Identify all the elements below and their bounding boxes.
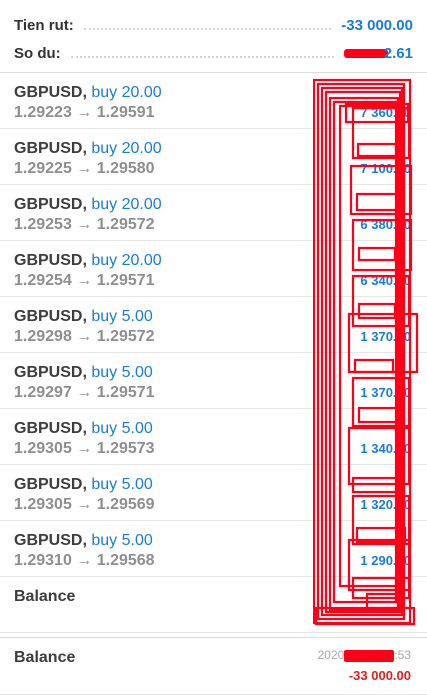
account-summary: Tien rut: -33 000.00 So du: 2.61 — [0, 0, 427, 67]
trade-title: GBPUSD, buy 5.00 — [14, 363, 413, 383]
trade-row[interactable]: GBPUSD, buy 5.00 1.29298 → 1.29572 1 370.0… — [0, 297, 427, 353]
trade-prices: 1.29310 → 1.29568 — [14, 552, 155, 569]
trade-prices: 1.29253 → 1.29572 — [14, 216, 155, 233]
balance-operation-time: 2020 :53 — [318, 648, 411, 662]
balance-summary-row: So du: 2.61 — [0, 39, 427, 67]
trade-side-volume: buy 5.00 — [91, 364, 153, 381]
dotted-leader — [83, 28, 332, 30]
trade-profit: 6 340.00 — [360, 273, 411, 288]
trade-symbol: GBPUSD, — [14, 196, 87, 213]
trade-symbol: GBPUSD, — [14, 420, 87, 437]
trade-symbol: GBPUSD, — [14, 84, 87, 101]
trade-side-volume: buy 5.00 — [91, 532, 153, 549]
trade-symbol: GBPUSD, — [14, 252, 87, 269]
dotted-leader — [70, 56, 334, 58]
trade-title: GBPUSD, buy 20.00 — [14, 83, 413, 103]
withdraw-value: -33 000.00 — [341, 16, 413, 34]
trade-prices: 1.29223 → 1.29591 — [14, 104, 155, 121]
trade-profit: 1 290.00 — [360, 553, 411, 568]
trade-prices: 1.29254 → 1.29571 — [14, 272, 155, 289]
trade-row[interactable]: GBPUSD, buy 20.00 1.29223 → 1.29591 7 360.… — [0, 73, 427, 129]
trade-side-volume: buy 20.00 — [91, 252, 162, 269]
trade-list: GBPUSD, buy 20.00 1.29223 → 1.29591 7 360.… — [0, 73, 427, 633]
trade-title: GBPUSD, buy 5.00 — [14, 419, 413, 439]
trade-title: GBPUSD, buy 20.00 — [14, 139, 413, 159]
trade-side-volume: buy 5.00 — [91, 420, 153, 437]
withdraw-label: Tien rut: — [14, 16, 74, 34]
balance-operation-amount: -33 000.00 — [348, 668, 411, 683]
trade-prices: 1.29305 → 1.29573 — [14, 440, 155, 457]
trade-side-volume: buy 20.00 — [91, 140, 162, 157]
trade-profit: 1 370.00 — [360, 385, 411, 400]
trade-row[interactable]: GBPUSD, buy 20.00 1.29253 → 1.29572 6 380.… — [0, 185, 427, 241]
trade-side-volume: buy 20.00 — [91, 196, 162, 213]
trade-profit: 6 380.00 — [360, 217, 411, 232]
trade-symbol: GBPUSD, — [14, 140, 87, 157]
redaction-mark — [343, 49, 388, 59]
balance-summary-value-suffix: 2.61 — [383, 44, 413, 62]
trade-side-volume: buy 5.00 — [91, 308, 153, 325]
redaction-mark — [344, 649, 395, 662]
trade-profit: 1 320.00 — [360, 497, 411, 512]
trade-title: GBPUSD, buy 5.00 — [14, 307, 413, 327]
trade-prices: 1.29298 → 1.29572 — [14, 328, 155, 345]
trade-symbol: GBPUSD, — [14, 364, 87, 381]
balance-operation-row[interactable]: Balance — [0, 577, 427, 633]
trade-symbol: GBPUSD, — [14, 532, 87, 549]
trade-profit: 7 100.00 — [360, 161, 411, 176]
balance-operation-row[interactable]: Balance 2020:53 -33 000.00 — [0, 637, 427, 695]
balance-operation-time-suffix: :53 — [394, 648, 411, 662]
trade-prices: 1.29297 → 1.29571 — [14, 384, 155, 401]
trade-history-screen: Tien rut: -33 000.00 So du: 2.61 GBPUSD,… — [0, 0, 427, 696]
withdraw-row: Tien rut: -33 000.00 — [0, 11, 427, 39]
trade-side-volume: buy 20.00 — [91, 84, 162, 101]
trade-side-volume: buy 5.00 — [91, 476, 153, 493]
balance-operation-time-prefix: 2020 — [317, 648, 345, 662]
trade-row[interactable]: GBPUSD, buy 20.00 1.29225 → 1.29580 7 100.… — [0, 129, 427, 185]
balance-operation-label: Balance — [14, 588, 76, 605]
trade-symbol: GBPUSD, — [14, 476, 87, 493]
trade-row[interactable]: GBPUSD, buy 5.00 1.29310 → 1.29568 1 290.0… — [0, 521, 427, 577]
trade-prices: 1.29305 → 1.29569 — [14, 496, 155, 513]
trade-profit: 1 340.00 — [360, 441, 411, 456]
trade-profit: 7 360.00 — [360, 105, 411, 120]
trade-prices: 1.29225 → 1.29580 — [14, 160, 155, 177]
trade-title: GBPUSD, buy 5.00 — [14, 475, 413, 495]
trade-symbol: GBPUSD, — [14, 308, 87, 325]
trade-row[interactable]: GBPUSD, buy 5.00 1.29297 → 1.29571 1 370.0… — [0, 353, 427, 409]
trade-profit: 1 370.00 — [360, 329, 411, 344]
trade-row[interactable]: GBPUSD, buy 5.00 1.29305 → 1.29573 1 340.0… — [0, 409, 427, 465]
trade-row[interactable]: GBPUSD, buy 5.00 1.29305 → 1.29569 1 320.0… — [0, 465, 427, 521]
trade-title: GBPUSD, buy 20.00 — [14, 195, 413, 215]
balance-summary-label: So du: — [14, 44, 61, 62]
trade-title: GBPUSD, buy 20.00 — [14, 251, 413, 271]
trade-title: GBPUSD, buy 5.00 — [14, 531, 413, 551]
balance-summary-value: 2.61 — [343, 44, 413, 62]
trade-row[interactable]: GBPUSD, buy 20.00 1.29254 → 1.29571 6 340.… — [0, 241, 427, 297]
